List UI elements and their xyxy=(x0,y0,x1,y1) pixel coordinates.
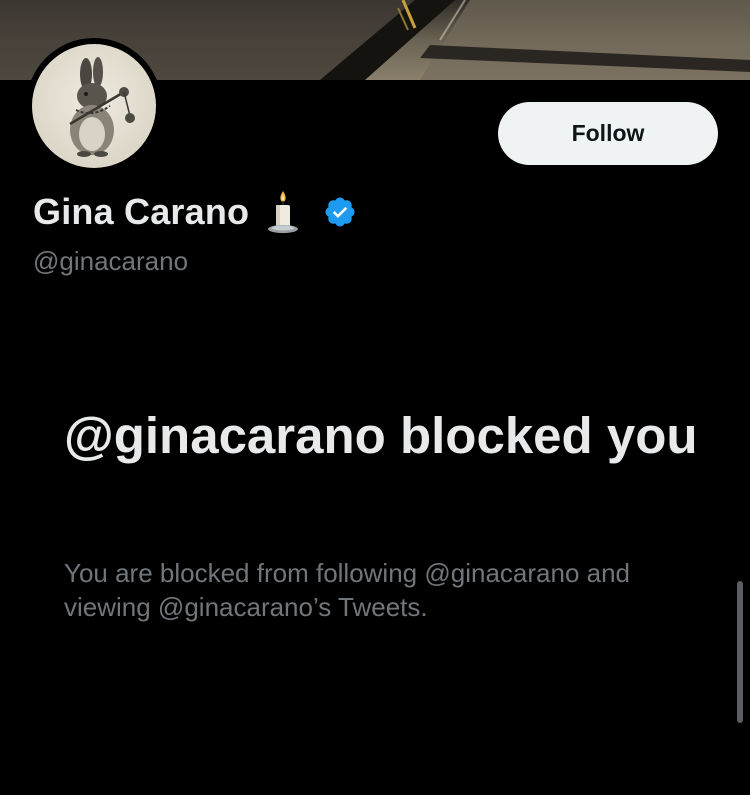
verified-badge-icon[interactable] xyxy=(323,195,357,229)
profile-display-name: Gina Carano xyxy=(33,191,250,232)
follow-button[interactable]: Follow xyxy=(498,102,718,165)
blocked-title: @ginacarano blocked you xyxy=(64,407,698,464)
profile-avatar[interactable] xyxy=(26,38,162,174)
blocked-description: You are blocked from following @ginacara… xyxy=(64,558,631,622)
profile-handle: @ginacarano xyxy=(33,246,189,276)
scrollbar-thumb[interactable] xyxy=(737,581,743,723)
profile-name-row: Gina Carano xyxy=(33,188,357,236)
rabbit-avatar-icon xyxy=(32,44,156,168)
candle-icon xyxy=(265,189,301,235)
